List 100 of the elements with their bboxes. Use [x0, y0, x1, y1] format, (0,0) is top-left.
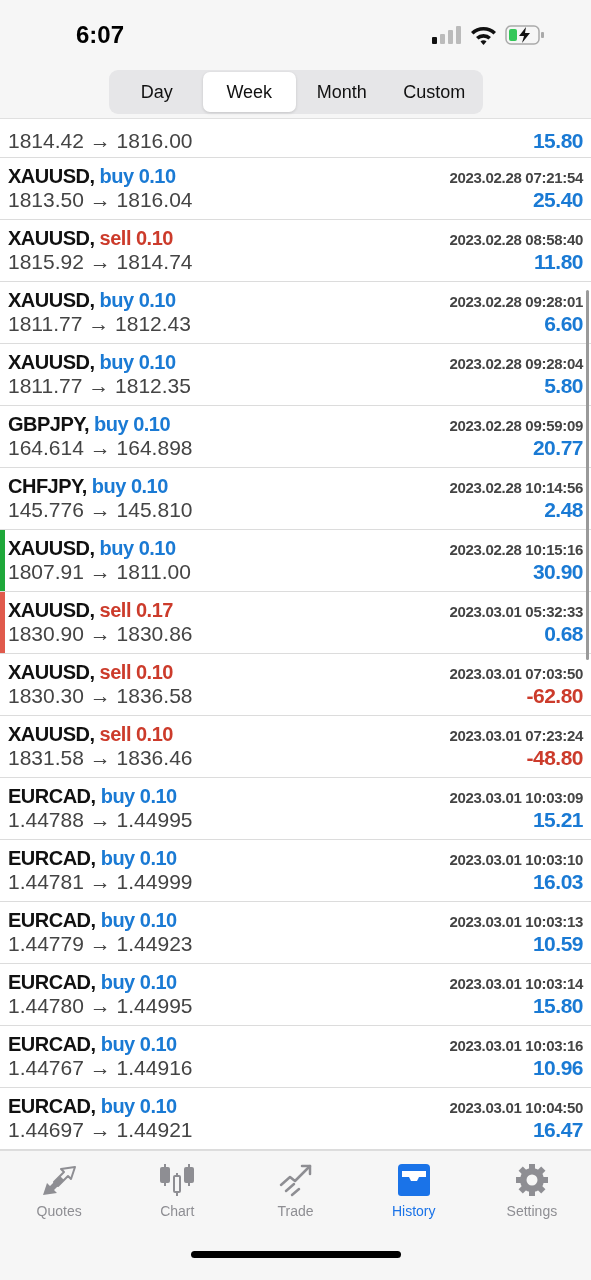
profit-value: 16.03: [532, 870, 583, 895]
period-tab[interactable]: Custom: [388, 72, 481, 112]
profit-value: 20.77: [532, 436, 583, 461]
price-range: 1807.91 → 1811.00: [8, 560, 191, 585]
price-range: 1.44781 → 1.44999: [8, 870, 193, 895]
symbol-label: XAUUSD,: [8, 537, 95, 560]
deal-time: 2023.03.01 05:32:33: [449, 603, 583, 621]
profit-value: 2.48: [544, 498, 583, 523]
tab-label[interactable]: History: [391, 1203, 436, 1220]
symbol-label: EURCAD,: [8, 1095, 96, 1118]
price-range: 1.44788 → 1.44995: [8, 808, 193, 833]
deal-row[interactable]: XAUUSD, sell 0.10 2023.02.28 08:58:40 1815.92 → 1814.74 11.80: [0, 220, 591, 283]
order-label: buy 0.10: [100, 847, 177, 870]
symbol-label: EURCAD,: [8, 971, 96, 994]
deal-time: 2023.03.01 10:03:09: [449, 789, 583, 807]
price-range: 1814.42 → 1816.00: [8, 129, 193, 154]
order-label: buy 0.10: [91, 475, 168, 498]
candlestick-icon: [159, 1163, 196, 1198]
deal-time: 2023.02.28 09:28:01: [449, 293, 583, 311]
profit-value: 15.21: [532, 808, 583, 833]
profit-value: 25.40: [532, 188, 583, 213]
price-range: 1811.77 → 1812.43: [8, 312, 191, 337]
deal-row[interactable]: EURCAD, buy 0.10 2023.03.01 10:03:10 1.44781 → 1.44999 16.03: [0, 840, 591, 903]
price-range: 1813.50 → 1816.04: [8, 188, 193, 213]
symbol-label: XAUUSD,: [8, 661, 95, 684]
order-label: sell 0.10: [99, 723, 173, 746]
order-label: sell 0.10: [99, 227, 173, 250]
deal-row[interactable]: XAUUSD, buy 0.10 2023.02.28 07:21:54 1813.50 → 1816.04 25.40: [0, 158, 591, 221]
signal-icon: [432, 26, 462, 44]
period-tab[interactable]: Month: [295, 72, 388, 112]
price-range: 1.44697 → 1.44921: [8, 1118, 193, 1143]
period-tab[interactable]: Day: [110, 72, 203, 112]
symbol-label: EURCAD,: [8, 847, 96, 870]
price-range: 1831.58 → 1836.46: [8, 746, 193, 771]
deal-time: 2023.02.28 09:28:04: [449, 355, 583, 373]
order-label: buy 0.10: [100, 785, 177, 808]
price-range: 1815.92 → 1814.74: [8, 250, 193, 275]
deal-time: 2023.02.28 09:59:09: [449, 417, 583, 435]
profit-value: 11.80: [534, 250, 583, 275]
price-range: 164.614 → 164.898: [8, 436, 193, 461]
order-label: buy 0.10: [100, 971, 177, 994]
profit-value: 15.80: [532, 994, 583, 1019]
order-label: sell 0.10: [99, 661, 173, 684]
battery-charging-icon: [505, 25, 545, 45]
order-label: buy 0.10: [94, 413, 171, 436]
symbol-label: EURCAD,: [8, 909, 96, 932]
symbol-label: XAUUSD,: [8, 227, 95, 250]
order-label: buy 0.10: [99, 537, 176, 560]
deal-row[interactable]: XAUUSD, sell 0.10 2023.03.01 07:23:24 1831.58 → 1836.46 -48.80: [0, 716, 591, 779]
deal-time: 2023.02.28 10:14:56: [449, 479, 583, 497]
deal-row[interactable]: EURCAD, buy 0.10 2023.03.01 10:03:16 1.44767 → 1.44916 10.96: [0, 1026, 591, 1089]
trend-arrow-icon: [277, 1163, 314, 1198]
deal-row[interactable]: EURCAD, buy 0.10 2023.03.01 10:03:14 1.44780 → 1.44995 15.80: [0, 964, 591, 1027]
deal-row[interactable]: XAUUSD, sell 0.10 2023.03.01 07:03:50 1830.30 → 1836.58 -62.80: [0, 654, 591, 717]
symbol-label: XAUUSD,: [8, 289, 95, 312]
order-label: buy 0.10: [100, 1033, 177, 1056]
settings-icon: [513, 1163, 550, 1198]
symbol-label: EURCAD,: [8, 785, 96, 808]
deal-time: 2023.03.01 10:03:13: [449, 913, 583, 931]
deal-time: 2023.02.28 08:58:40: [449, 231, 583, 249]
period-tab[interactable]: Week: [203, 72, 296, 112]
profit-value: 6.60: [544, 312, 583, 337]
price-range: 145.776 → 145.810: [8, 498, 193, 523]
wifi-icon: [470, 25, 497, 45]
order-label: buy 0.10: [99, 351, 176, 374]
price-range: 1830.90 → 1830.86: [8, 622, 193, 647]
deal-time: 2023.02.28 07:21:54: [449, 169, 583, 187]
profit-value: 30.90: [532, 560, 583, 585]
profit-value: -62.80: [526, 684, 583, 709]
profit-value: 10.59: [532, 932, 583, 957]
status-time: 6:07: [76, 21, 125, 49]
order-label: buy 0.10: [99, 289, 176, 312]
order-label: buy 0.10: [100, 909, 177, 932]
deal-time: 2023.03.01 10:04:50: [449, 1099, 583, 1117]
order-label: buy 0.10: [99, 165, 176, 188]
symbol-label: EURCAD,: [8, 1033, 96, 1056]
symbol-label: XAUUSD,: [8, 599, 95, 622]
deal-time: 2023.02.28 10:15:16: [449, 541, 583, 559]
symbol-label: GBPJPY,: [8, 413, 89, 436]
order-label: buy 0.10: [100, 1095, 177, 1118]
profit-value: 10.96: [532, 1056, 583, 1081]
symbol-label: XAUUSD,: [8, 165, 95, 188]
deal-row[interactable]: EURCAD, buy 0.10 2023.03.01 10:03:13 1.44779 → 1.44923 10.59: [0, 902, 591, 965]
deal-time: 2023.03.01 10:03:14: [449, 975, 583, 993]
profit-value: 0.68: [544, 622, 583, 647]
symbol-label: XAUUSD,: [8, 351, 95, 374]
symbol-label: CHFJPY,: [8, 475, 87, 498]
inbox-tray-icon: [395, 1163, 432, 1198]
deal-row[interactable]: EURCAD, buy 0.10 2023.03.01 10:03:09 1.44788 → 1.44995 15.21: [0, 778, 591, 841]
price-range: 1.44767 → 1.44916: [8, 1056, 193, 1081]
profit-value: 16.47: [532, 1118, 583, 1143]
profit-value: 5.80: [544, 374, 583, 399]
price-range: 1.44780 → 1.44995: [8, 994, 193, 1019]
profit-value: 15.80: [532, 129, 583, 154]
profit-value: -48.80: [526, 746, 583, 771]
deal-time: 2023.03.01 10:03:16: [449, 1037, 583, 1055]
deal-time: 2023.03.01 10:03:10: [449, 851, 583, 869]
price-range: 1830.30 → 1836.58: [8, 684, 193, 709]
diagonal-arrows-icon: [41, 1165, 78, 1198]
symbol-label: XAUUSD,: [8, 723, 95, 746]
